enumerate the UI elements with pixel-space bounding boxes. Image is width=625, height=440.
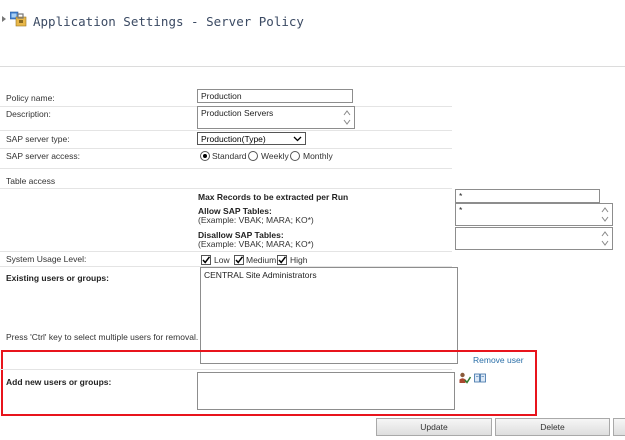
description-value: Production Servers [201, 108, 274, 118]
disallow-tables-scrollbar[interactable] [599, 229, 611, 248]
existing-user-item[interactable]: CENTRAL Site Administrators [204, 270, 454, 280]
cancel-button-partial[interactable] [613, 418, 625, 436]
checkbox-medium[interactable] [234, 255, 244, 265]
chevron-down-icon [293, 136, 302, 142]
checkmark-icon [235, 256, 244, 264]
server-type-select[interactable]: Production(Type) [197, 132, 306, 145]
allow-tables-scrollbar[interactable] [599, 205, 611, 224]
server-type-label: SAP server type: [6, 134, 70, 144]
server-access-label: SAP server access: [6, 151, 81, 161]
description-label: Description: [6, 109, 51, 119]
expand-arrow-icon[interactable] [2, 16, 6, 22]
add-users-input[interactable] [197, 372, 455, 410]
page-title: Application Settings - Server Policy [33, 14, 304, 29]
radio-weekly[interactable] [248, 151, 258, 161]
browse-directory-icon[interactable] [474, 373, 486, 383]
radio-monthly-label: Monthly [303, 151, 333, 161]
title-divider [0, 66, 625, 67]
disallow-tables-example: (Example: VBAK; MARA; KO*) [198, 239, 314, 249]
checkbox-medium-label: Medium [246, 255, 277, 265]
checkbox-low-label: Low [214, 255, 230, 265]
checkbox-low[interactable] [201, 255, 211, 265]
usage-level-label: System Usage Level: [6, 254, 87, 264]
scroll-down-icon[interactable] [343, 118, 351, 126]
settings-app-icon [9, 11, 28, 27]
row-divider [0, 188, 452, 189]
allow-tables-value: * [459, 205, 463, 215]
max-records-label: Max Records to be extracted per Run [198, 192, 349, 202]
policy-name-label: Policy name: [6, 93, 55, 103]
scroll-down-icon[interactable] [601, 239, 609, 247]
table-access-label: Table access [6, 176, 56, 186]
radio-weekly-label: Weekly [261, 151, 289, 161]
checkbox-high[interactable] [277, 255, 287, 265]
scroll-up-icon[interactable] [601, 206, 609, 214]
disallow-tables-textarea[interactable] [455, 227, 613, 250]
allow-tables-example: (Example: VBAK; MARA; KO*) [198, 215, 314, 225]
checkmark-icon [202, 256, 211, 264]
description-textarea[interactable]: Production Servers [197, 106, 355, 129]
server-type-value: Production(Type) [201, 134, 266, 144]
row-divider [0, 251, 452, 252]
policy-name-input[interactable]: Production [197, 89, 353, 103]
description-scrollbar[interactable] [341, 108, 353, 127]
max-records-input[interactable]: * [455, 189, 600, 203]
checkmark-icon [278, 256, 287, 264]
radio-monthly[interactable] [290, 151, 300, 161]
radio-standard-label: Standard [212, 151, 247, 161]
scroll-up-icon[interactable] [343, 109, 351, 117]
scroll-down-icon[interactable] [601, 215, 609, 223]
update-button[interactable]: Update [376, 418, 492, 436]
checkbox-high-label: High [290, 255, 308, 265]
add-users-label: Add new users or groups: [6, 377, 112, 387]
delete-button[interactable]: Delete [495, 418, 610, 436]
row-divider [0, 168, 452, 169]
row-divider [0, 369, 452, 370]
allow-tables-textarea[interactable]: * [455, 203, 613, 226]
scroll-up-icon[interactable] [601, 230, 609, 238]
row-divider [0, 130, 452, 131]
radio-standard[interactable] [200, 151, 210, 161]
row-divider [0, 148, 452, 149]
existing-users-hint: Press 'Ctrl' key to select multiple user… [6, 332, 199, 342]
existing-users-label: Existing users or groups: [6, 273, 109, 283]
check-names-icon[interactable] [459, 372, 472, 384]
page-header: Application Settings - Server Policy [0, 0, 625, 48]
